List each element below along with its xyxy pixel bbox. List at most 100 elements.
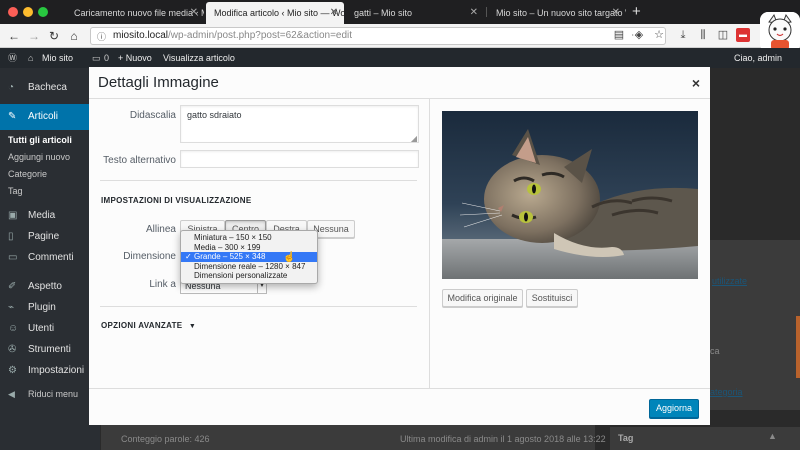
comments-icon[interactable]: ▭ [92, 48, 101, 68]
address-bar[interactable]: ⓘ miosito.local/wp-admin/post.php?post=62… [90, 27, 666, 45]
display-settings-heading: IMPOSTAZIONI DI VISUALIZZAZIONE [101, 196, 252, 205]
tab-separator [486, 7, 487, 17]
sidebar-item-plugin[interactable]: ⌁ Plugin [8, 301, 56, 315]
size-option-label: Grande – 525 × 348 [194, 252, 266, 262]
header-divider [89, 98, 710, 99]
zoom-window-button[interactable] [38, 7, 48, 17]
browser-tab[interactable]: Caricamento nuovo file media ‹ Mio ✕ [66, 2, 204, 24]
toggle-arrow-icon: ▲ [768, 431, 777, 441]
submenu-all-posts[interactable]: Tutti gli articoli [8, 133, 72, 147]
sidebar-item-label: Pagine [28, 231, 60, 242]
replace-button[interactable]: Sostituisci [526, 289, 578, 307]
resize-handle-icon[interactable]: ◢ [411, 134, 417, 143]
size-option-medium[interactable]: Media – 300 × 199 [181, 243, 317, 253]
site-icon[interactable]: ⌂ [28, 48, 33, 68]
last-modified: Ultima modifica di admin il 1 agosto 201… [400, 434, 606, 444]
sidebar-item-utenti[interactable]: ☺ Utenti [8, 322, 54, 336]
account-greeting[interactable]: Ciao, admin [734, 48, 782, 68]
bookmark-star-icon[interactable]: ☆ [652, 28, 666, 42]
sidebar-item-strumenti[interactable]: ✇ Strumenti [8, 343, 71, 357]
scroll-indicator [796, 316, 800, 378]
extension-icon[interactable]: ▬ [736, 28, 750, 42]
sidebar-item-label: Impostazioni [28, 365, 85, 376]
mouse-pointer-icon: ☝ [283, 252, 296, 263]
most-used-link: utilizzate [712, 276, 748, 286]
sidebar-item-commenti[interactable]: ▭ Commenti [8, 251, 74, 265]
sidebar-item-label: Plugin [28, 302, 56, 313]
sidebar-item-media[interactable]: ▣ Media [8, 209, 55, 223]
sidebar-item-articoli[interactable]: ✎ Articoli [8, 110, 58, 124]
sidebar-item-bacheca[interactable]: ◔ Bacheca [8, 81, 67, 95]
alt-text-field[interactable] [180, 150, 419, 168]
browser-tab-active[interactable]: Modifica articolo ‹ Mio sito — Word ✕ [206, 2, 344, 24]
browser-tab[interactable]: Mio sito – Un nuovo sito targato Wo ✕ [488, 2, 626, 24]
new-tab-button[interactable]: + [632, 2, 641, 22]
sidebar-item-label: Riduci menu [28, 389, 79, 399]
pages-icon: ▯ [8, 231, 14, 242]
site-name-link[interactable]: Mio sito [42, 48, 73, 68]
close-window-button[interactable] [8, 7, 18, 17]
sidebar-item-impostazioni[interactable]: ⚙ Impostazioni [8, 364, 84, 378]
size-option-label: Dimensione reale – 1280 × 847 [194, 261, 306, 271]
sidebar-item-pagine[interactable]: ▯ Pagine [8, 230, 59, 244]
sidebar-toggle-icon[interactable]: ◫ [716, 28, 730, 42]
update-button[interactable]: Aggiorna [649, 399, 699, 418]
home-icon[interactable]: ⌂ [66, 28, 82, 44]
reload-icon[interactable]: ↻ [46, 28, 62, 44]
column-divider [429, 99, 430, 388]
browser-tab[interactable]: gatti – Mio sito ✕ [346, 2, 484, 24]
link-to-label: Link a [149, 279, 176, 290]
forward-icon[interactable]: → [26, 28, 42, 44]
sidebar-item-aspetto[interactable]: ✐ Aspetto [8, 280, 62, 294]
pin-icon: ✎ [8, 111, 17, 122]
advanced-options-toggle[interactable]: OPZIONI AVANZATE ▼ [101, 321, 196, 330]
image-preview[interactable] [442, 111, 698, 279]
new-content-link[interactable]: + Nuovo [118, 48, 152, 68]
size-option-label: Miniatura – 150 × 150 [194, 233, 272, 242]
tab-title: gatti – Mio sito [354, 8, 413, 18]
library-icon[interactable]: ⫼ [696, 28, 710, 42]
submenu-categories[interactable]: Categorie [8, 167, 47, 181]
dashboard-icon: ◔ [8, 82, 15, 93]
size-option-custom[interactable]: Dimensioni personalizzate [181, 271, 317, 281]
edit-original-button[interactable]: Modifica originale [442, 289, 523, 307]
settings-icon: ⚙ [8, 365, 17, 376]
size-option-thumbnail[interactable]: Miniatura – 150 × 150 [181, 233, 317, 243]
sidebar-item-label: Media [28, 210, 56, 221]
browser-tab-bar: Caricamento nuovo file media ‹ Mio ✕ Modi… [0, 0, 800, 24]
submenu-tags[interactable]: Tag [8, 184, 23, 198]
view-post-link[interactable]: Visualizza articolo [163, 48, 235, 68]
caption-field[interactable]: gatto sdraiato ◢ [180, 105, 419, 143]
close-icon[interactable]: ✕ [470, 2, 478, 24]
comments-count[interactable]: 0 [104, 48, 109, 68]
submenu-add-new[interactable]: Aggiungi nuovo [8, 150, 70, 164]
reader-view-icon[interactable]: ▤ [612, 28, 626, 42]
size-option-full[interactable]: Dimensione reale – 1280 × 847 [181, 262, 317, 272]
close-icon[interactable]: ✕ [612, 2, 620, 24]
wordpress-logo-icon[interactable]: Ⓦ [8, 48, 17, 68]
url-path: /wp-admin/post.php?post=62&action=edit [168, 30, 353, 41]
close-icon[interactable]: ✕ [330, 2, 338, 24]
sidebar-item-label: Articoli [28, 111, 59, 122]
close-icon[interactable]: ✕ [190, 2, 198, 24]
back-icon[interactable]: ← [6, 28, 22, 44]
close-icon[interactable]: × [692, 73, 700, 93]
sidebar-collapse[interactable]: ◀ Riduci menu [8, 387, 78, 401]
caption-value: gatto sdraiato [187, 110, 242, 120]
info-icon[interactable]: ⓘ [97, 29, 106, 44]
media-icon: ▣ [8, 210, 18, 221]
size-label: Dimensione [123, 251, 176, 262]
size-option-large[interactable]: ✓ Grande – 525 × 348 [181, 252, 317, 262]
modal-title: Dettagli Immagine [98, 74, 219, 91]
pocket-icon[interactable]: ◈ [632, 28, 646, 42]
brush-icon: ✐ [8, 281, 17, 292]
tab-title: Caricamento nuovo file media ‹ Mio [74, 8, 204, 18]
url-toolbar: ← → ↻ ⌂ ⓘ miosito.local/wp-admin/post.php… [0, 24, 800, 48]
download-icon[interactable]: ⤓ [676, 28, 690, 42]
sidebar-item-label: Strumenti [28, 344, 71, 355]
size-dropdown-menu[interactable]: Miniatura – 150 × 150 Media – 300 × 199 … [180, 230, 318, 284]
tab-title: Mio sito – Un nuovo sito targato Wo [496, 8, 626, 18]
advanced-options-label: OPZIONI AVANZATE [101, 321, 183, 330]
minimize-window-button[interactable] [23, 7, 33, 17]
checkmark-icon: ✓ [185, 252, 192, 262]
